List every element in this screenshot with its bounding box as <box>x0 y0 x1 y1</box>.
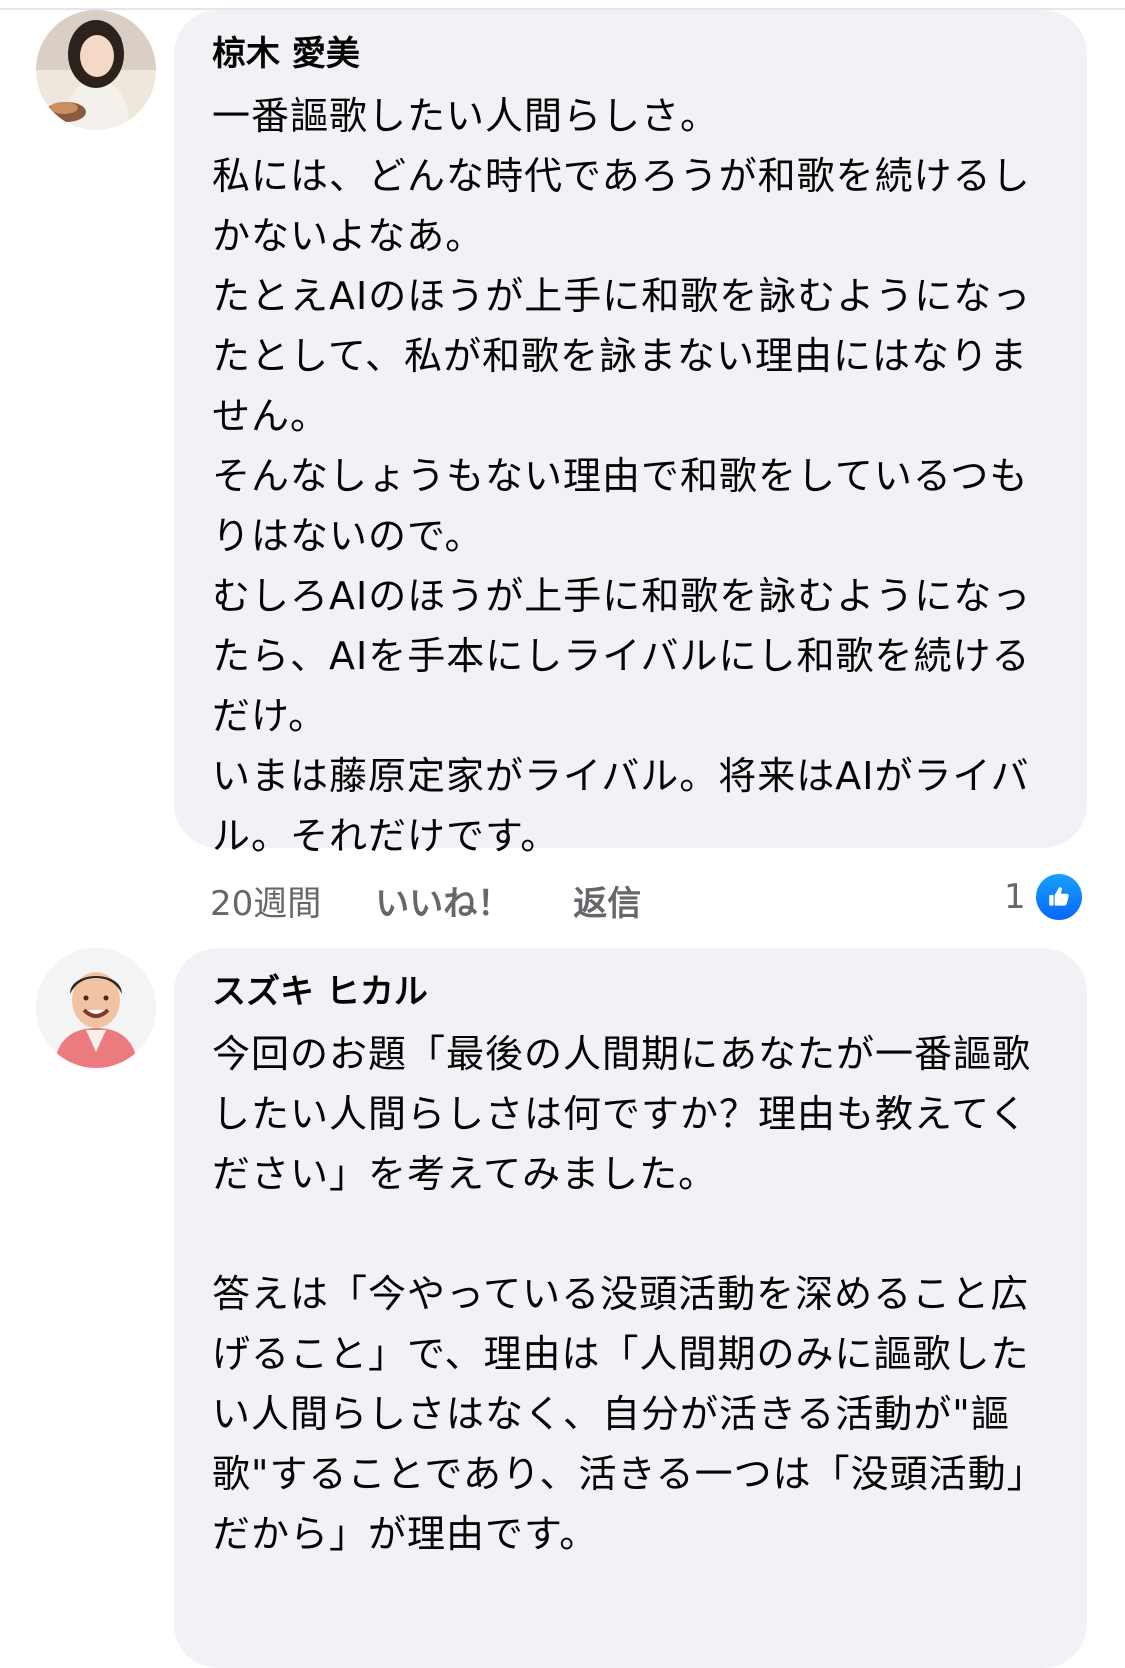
avatar-photo-woman <box>36 10 156 130</box>
like-button[interactable]: いいね！ <box>375 876 511 925</box>
comment-author[interactable]: 椋木 愛美 <box>212 32 1053 78</box>
reply-button[interactable]: 返信 <box>573 876 641 925</box>
comment-author[interactable]: スズキ ヒカル <box>212 970 1053 1016</box>
comment-text: 今回のお題「最後の人間期にあなたが一番謳歌したい人間らしさは何ですか？理由も教え… <box>212 1032 1046 1556</box>
avatar[interactable] <box>36 10 156 130</box>
comment-bubble: 椋木 愛美 一番謳歌したい人間らしさ。 私には、どんな時代であろうが和歌を続ける… <box>174 10 1087 858</box>
reaction-count: 1 <box>1004 877 1026 917</box>
avatar-photo-man <box>36 948 156 1068</box>
avatar[interactable] <box>36 948 156 1068</box>
comment-text: 一番謳歌したい人間らしさ。 私には、どんな時代であろうが和歌を続けるしかないよな… <box>212 94 1032 858</box>
comment-bubble: スズキ ヒカル 今回のお題「最後の人間期にあなたが一番謳歌したい人間らしさは何で… <box>174 948 1087 1668</box>
thumbs-up-icon <box>1035 874 1082 920</box>
comment-actions: 20週間 いいね！ 返信 <box>210 876 641 925</box>
comment-timestamp[interactable]: 20週間 <box>210 876 321 925</box>
reaction-summary[interactable]: 1 <box>1004 874 1082 920</box>
